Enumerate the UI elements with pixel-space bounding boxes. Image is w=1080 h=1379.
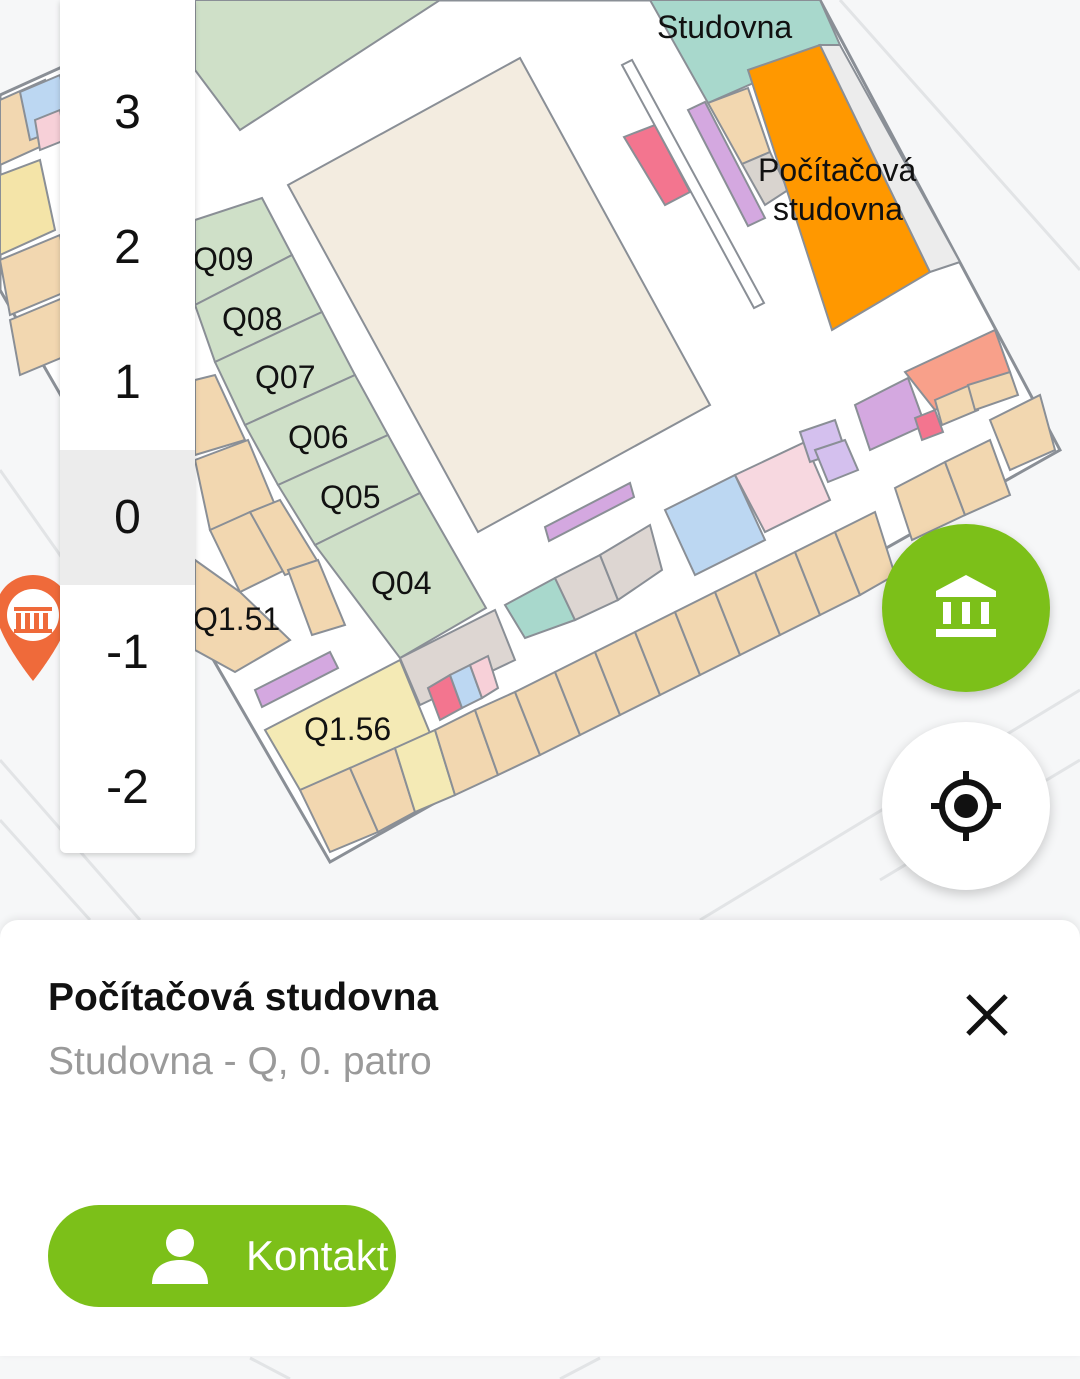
floor-minus-2[interactable]: -2 [60,720,195,855]
map-label-pocitacova-1: Počítačová [758,152,917,188]
room-title: Počítačová studovna [48,976,439,1019]
person-icon [152,1229,208,1284]
map-label-q09: Q09 [193,241,253,277]
map-label-q04: Q04 [371,565,431,601]
map-pin-icon[interactable] [0,575,66,685]
floor-3[interactable]: 3 [60,45,195,180]
map-label-q05: Q05 [320,479,380,515]
map-label-q151: Q1.51 [193,601,280,637]
map-label-q06: Q06 [288,419,348,455]
close-icon [966,994,1008,1036]
map-label-q07: Q07 [255,359,315,395]
map-label-q08: Q08 [222,301,282,337]
floor-1[interactable]: 1 [60,315,195,450]
contact-button[interactable]: Kontakt [48,1205,396,1307]
map-label-studovna: Studovna [657,9,792,45]
building-icon [936,575,996,637]
my-location-button[interactable] [882,722,1050,890]
map-label-q156: Q1.56 [304,711,391,747]
contact-label: Kontakt [246,1232,389,1279]
close-button[interactable] [950,978,1024,1052]
floor-minus-1[interactable]: -1 [60,585,195,720]
map-label-pocitacova-2: studovna [773,191,903,227]
floor-0-selected[interactable]: 0 [60,450,195,585]
floor-2[interactable]: 2 [60,180,195,315]
my-location-icon [931,771,1001,841]
buildings-button[interactable] [882,524,1050,692]
room-subtitle: Studovna - Q, 0. patro [48,1040,432,1083]
floor-selector: 3 2 1 0 -1 -2 [60,0,195,853]
